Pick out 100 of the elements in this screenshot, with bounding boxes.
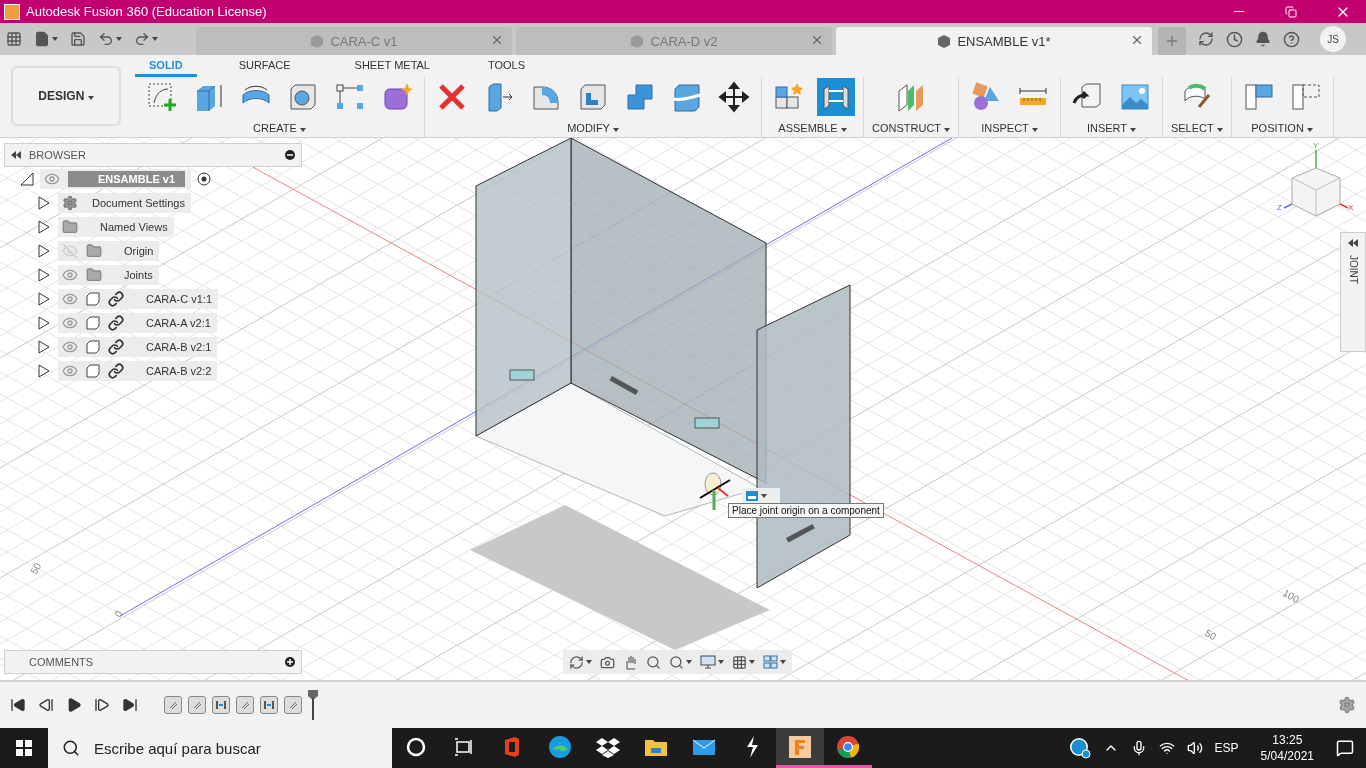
x-axis-line xyxy=(1339,203,1349,209)
collapse-triangle-icon[interactable] xyxy=(20,172,34,186)
cube-icon xyxy=(630,34,645,48)
minus-circle-icon[interactable] xyxy=(285,150,295,160)
timeline-step[interactable] xyxy=(164,696,182,714)
browser-item[interactable]: CARA-B v2:2 xyxy=(58,361,218,381)
collapse-panel-icon[interactable] xyxy=(11,151,21,159)
expand-triangle-icon[interactable] xyxy=(38,364,50,378)
folder-icon xyxy=(62,219,78,235)
joint-type-dropdown[interactable] xyxy=(742,488,780,504)
expand-triangle-icon[interactable] xyxy=(38,316,50,330)
document-tab[interactable]: ENSAMBLE v1* xyxy=(836,27,1152,55)
fit-button[interactable] xyxy=(669,654,692,670)
tool-group-menu[interactable]: INSPECT xyxy=(981,121,1038,134)
browser-item[interactable]: Document Settings xyxy=(58,193,191,213)
help-badge-icon[interactable] xyxy=(1068,737,1091,759)
grid-label: 100 xyxy=(1281,587,1301,606)
speaker-icon[interactable] xyxy=(1186,740,1203,756)
look-at-button[interactable] xyxy=(600,654,615,670)
monitor-icon xyxy=(700,655,716,669)
undo-button[interactable] xyxy=(98,31,122,47)
timeline-marker[interactable] xyxy=(308,690,318,720)
restore-icon xyxy=(1285,5,1297,18)
redo-button[interactable] xyxy=(134,31,158,47)
tool-group-menu[interactable]: POSITION xyxy=(1251,121,1313,134)
next-step-button[interactable] xyxy=(94,697,110,713)
user-avatar[interactable]: JS xyxy=(1320,26,1346,52)
expand-triangle-icon[interactable] xyxy=(38,244,50,258)
component-icon xyxy=(86,340,100,354)
previous-step-button[interactable] xyxy=(38,697,54,713)
display-settings-button[interactable] xyxy=(700,655,724,669)
notifications-button[interactable] xyxy=(1255,31,1271,47)
viewports-button[interactable] xyxy=(763,655,786,669)
close-tab-icon[interactable] xyxy=(810,33,824,47)
zoom-button[interactable] xyxy=(646,654,661,670)
help-button[interactable] xyxy=(1283,30,1300,48)
tool-group-menu[interactable]: SELECT xyxy=(1170,121,1223,134)
expand-triangle-icon[interactable] xyxy=(38,196,50,210)
gear-icon xyxy=(62,195,78,211)
caret-icon xyxy=(1216,127,1223,132)
orbit-button[interactable] xyxy=(569,654,592,670)
component-step-icon xyxy=(287,699,299,711)
notifications-icon[interactable] xyxy=(1336,739,1354,757)
file-menu-button[interactable] xyxy=(34,31,58,47)
joint-step-icon xyxy=(215,699,227,711)
browser-item[interactable]: Joints xyxy=(58,265,159,285)
tool-group-menu[interactable]: INSERT xyxy=(1086,121,1136,134)
tooltip: Place joint origin on a component xyxy=(728,503,884,518)
shapes-icon xyxy=(969,80,1002,113)
expand-triangle-icon[interactable] xyxy=(38,340,50,354)
link-icon xyxy=(108,339,124,355)
browser-item[interactable]: CARA-C v1:1 xyxy=(58,289,219,309)
expand-triangle-icon[interactable] xyxy=(38,292,50,306)
timeline-step[interactable] xyxy=(260,696,278,714)
caret-icon xyxy=(761,494,767,498)
tool-group-menu[interactable]: CONSTRUCT xyxy=(872,121,950,134)
browser-item[interactable]: Named Views xyxy=(58,217,174,237)
activate-radio-icon[interactable] xyxy=(197,172,212,186)
caret-icon xyxy=(152,37,158,41)
close-tab-icon[interactable] xyxy=(490,33,504,47)
extensions-button[interactable] xyxy=(1198,31,1214,47)
axis-label: X xyxy=(1348,203,1354,212)
workspace-dropdown[interactable]: DESIGN xyxy=(11,66,121,126)
close-tab-icon[interactable] xyxy=(1130,33,1144,47)
expand-panel-icon[interactable] xyxy=(1348,239,1358,247)
link-icon xyxy=(108,363,124,379)
taskbar-app[interactable] xyxy=(776,728,824,768)
tool-group-menu[interactable]: MODIFY xyxy=(567,121,619,134)
last-step-button[interactable] xyxy=(122,697,138,713)
tool-group-menu[interactable]: CREATE xyxy=(253,121,306,134)
timeline-settings-button[interactable] xyxy=(1338,696,1356,714)
timeline-step[interactable] xyxy=(284,696,302,714)
joint-side-panel[interactable]: JOINT xyxy=(1340,232,1366,352)
hand-icon xyxy=(623,654,638,670)
browser-item[interactable]: CARA-A v2:1 xyxy=(58,313,217,333)
apps-grid-button[interactable] xyxy=(6,31,22,47)
first-step-button[interactable] xyxy=(10,697,26,713)
plus-circle-icon[interactable] xyxy=(285,657,295,667)
component-step-icon xyxy=(167,699,179,711)
clock-time[interactable]: 13:25 xyxy=(1272,733,1303,747)
taskbar-search-field[interactable]: Escribe aquí para buscar xyxy=(48,728,392,768)
timeline-step[interactable] xyxy=(188,696,206,714)
toolbar-tab[interactable]: TOOLS xyxy=(474,58,540,77)
tool-group-menu[interactable]: ASSEMBLE xyxy=(778,121,847,134)
browser-item[interactable]: Origin xyxy=(58,241,160,261)
toolbar-tab[interactable]: SURFACE xyxy=(224,58,305,77)
wifi-icon[interactable] xyxy=(1158,740,1175,756)
job-status-button[interactable] xyxy=(1226,30,1243,48)
toolbar-tab[interactable]: SHEET METAL xyxy=(340,58,444,77)
y-axis-line xyxy=(1315,149,1317,169)
expand-triangle-icon[interactable] xyxy=(38,220,50,234)
save-button[interactable] xyxy=(70,31,86,47)
browser-item[interactable]: CARA-B v2:1 xyxy=(58,337,218,357)
clock-date[interactable]: 5/04/2021 xyxy=(1260,749,1314,763)
timeline-step[interactable] xyxy=(236,696,254,714)
expand-triangle-icon[interactable] xyxy=(38,268,50,282)
play-button[interactable] xyxy=(66,697,82,713)
input-language[interactable]: ESP xyxy=(1214,741,1239,755)
grid-settings-button[interactable] xyxy=(732,654,755,670)
timeline-step[interactable] xyxy=(212,696,230,714)
